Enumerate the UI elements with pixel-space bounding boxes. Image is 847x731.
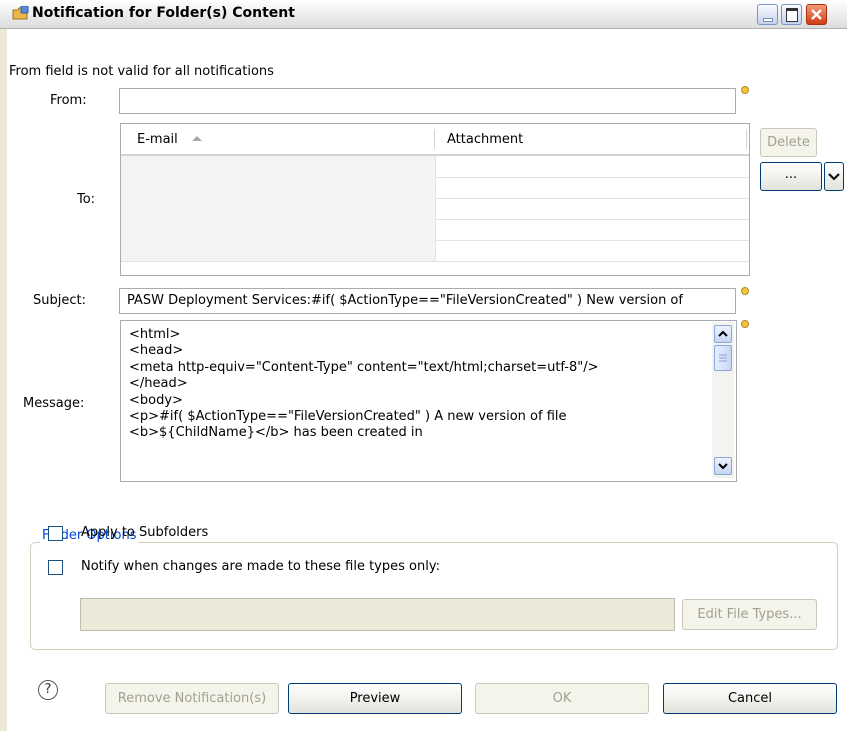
apply-subfolders-checkbox[interactable] xyxy=(48,526,63,541)
delete-button[interactable]: Delete xyxy=(760,128,817,157)
grip-icon xyxy=(719,354,727,362)
message-line: <meta http-equiv="Content-Type" content=… xyxy=(129,359,599,375)
recipients-table[interactable]: E-mail Attachment xyxy=(120,123,750,276)
notification-dialog: Notification for Folder(s) Content From … xyxy=(0,0,847,731)
column-header-email[interactable]: E-mail xyxy=(137,132,204,147)
column-header-attachment[interactable]: Attachment xyxy=(447,132,523,147)
chevron-up-icon xyxy=(718,330,728,337)
browse-button[interactable]: ... xyxy=(760,162,822,191)
message-scrollbar[interactable] xyxy=(712,322,734,478)
apply-subfolders-label[interactable]: Apply to Subfolders xyxy=(81,525,208,540)
window-title: Notification for Folder(s) Content xyxy=(32,5,295,21)
title-bar[interactable]: Notification for Folder(s) Content xyxy=(0,0,847,29)
subject-label: Subject: xyxy=(33,293,86,308)
preview-button[interactable]: Preview xyxy=(288,683,462,714)
table-row[interactable] xyxy=(121,219,749,241)
table-header: E-mail Attachment xyxy=(121,124,749,156)
file-types-input xyxy=(80,598,675,631)
message-line: <html> xyxy=(129,327,181,342)
folder-notification-icon xyxy=(12,5,29,21)
content-assist-icon xyxy=(741,287,749,295)
to-label: To: xyxy=(77,192,96,207)
validation-message: From field is not valid for all notifica… xyxy=(9,64,274,79)
maximize-button[interactable] xyxy=(781,4,802,25)
content-assist-icon xyxy=(741,320,749,328)
message-line: <head> xyxy=(129,343,184,359)
help-icon[interactable]: ? xyxy=(38,680,58,700)
cancel-button[interactable]: Cancel xyxy=(663,683,837,714)
message-label: Message: xyxy=(23,396,85,411)
remove-notification-button[interactable]: Remove Notification(s) xyxy=(105,683,279,714)
from-input[interactable] xyxy=(119,88,736,114)
chevron-down-icon xyxy=(828,173,840,181)
table-row[interactable] xyxy=(121,177,749,199)
table-row[interactable] xyxy=(121,240,749,262)
scroll-down-button[interactable] xyxy=(714,457,732,475)
subject-value: PASW Deployment Services:#if( $ActionTyp… xyxy=(127,293,683,308)
close-button[interactable] xyxy=(806,4,827,25)
message-line: <body> xyxy=(129,392,183,408)
message-textarea[interactable]: <html> <head> <meta http-equiv="Content-… xyxy=(120,320,737,482)
ok-button[interactable]: OK xyxy=(475,683,649,714)
message-line: <p>#if( $ActionType=="FileVersionCreated… xyxy=(129,409,567,425)
from-label: From: xyxy=(50,93,87,108)
recipient-dropdown-button[interactable] xyxy=(824,162,844,191)
edit-file-types-button[interactable]: Edit File Types... xyxy=(682,599,817,630)
chevron-down-icon xyxy=(718,463,728,470)
message-line: </head> xyxy=(129,376,188,392)
sort-ascending-icon xyxy=(191,136,202,141)
content-assist-icon xyxy=(741,86,749,94)
subject-input[interactable]: PASW Deployment Services:#if( $ActionTyp… xyxy=(119,288,736,314)
close-icon xyxy=(811,9,822,20)
table-row[interactable] xyxy=(121,156,749,178)
notify-filetypes-checkbox[interactable] xyxy=(48,560,63,575)
scroll-thumb[interactable] xyxy=(714,345,732,371)
minimize-button[interactable] xyxy=(757,4,778,25)
scroll-up-button[interactable] xyxy=(714,325,732,343)
message-line: <b>${ChildName}</b> has been created in xyxy=(129,425,423,441)
table-row[interactable] xyxy=(121,198,749,220)
notify-filetypes-label[interactable]: Notify when changes are made to these fi… xyxy=(81,559,440,574)
